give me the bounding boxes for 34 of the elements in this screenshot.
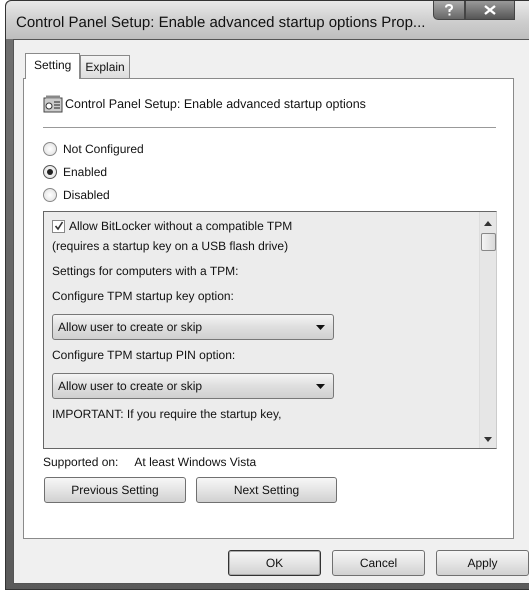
- policy-title: Control Panel Setup: Enable advanced startup options: [65, 97, 366, 111]
- radio-option[interactable]: Enabled: [43, 165, 108, 179]
- navigation-button[interactable]: Next Setting: [196, 477, 337, 503]
- tab[interactable]: Explain: [80, 55, 130, 78]
- window-title: Control Panel Setup: Enable advanced startup options Prop...: [16, 14, 426, 31]
- supported-on-label: Supported on:: [43, 455, 118, 469]
- question-mark-icon: [444, 4, 454, 16]
- supported-on-value: At least Windows Vista: [134, 455, 256, 469]
- option-note: (requires a startup key on a USB flash drive): [52, 239, 288, 253]
- caret-icon: [316, 384, 325, 388]
- dialog-button[interactable]: Apply: [436, 550, 529, 576]
- dialog-button[interactable]: OK: [228, 550, 321, 576]
- help-button[interactable]: [433, 1, 466, 20]
- scroll-up-icon: [484, 221, 492, 226]
- checkbox-option[interactable]: Allow BitLocker without a compatible TPM: [52, 219, 292, 233]
- caret-icon: [316, 324, 325, 330]
- close-button[interactable]: [465, 1, 516, 20]
- option-label: IMPORTANT: If you require the startup key,: [52, 407, 282, 421]
- scroll-down-icon: [484, 437, 492, 442]
- navigation-button[interactable]: Previous Setting: [44, 477, 186, 503]
- checkmark-icon: [54, 221, 64, 231]
- dialog-button[interactable]: Cancel: [332, 550, 425, 576]
- close-icon: [484, 5, 496, 15]
- scroll-thumb[interactable]: [480, 233, 496, 251]
- policy-settings-icon: [43, 95, 63, 113]
- option-label: Configure TPM startup key option:: [52, 289, 234, 303]
- option-label: Settings for computers with a TPM:: [52, 264, 239, 278]
- tab[interactable]: Setting: [25, 53, 80, 79]
- radio-option[interactable]: Not Configured: [43, 142, 144, 156]
- option-label: Configure TPM startup PIN option:: [52, 348, 236, 362]
- radio-option[interactable]: Disabled: [43, 188, 110, 202]
- dropdown[interactable]: Allow user to create or skip: [52, 373, 334, 399]
- scrollbar[interactable]: [479, 212, 496, 448]
- dropdown[interactable]: Allow user to create or skip: [52, 314, 334, 340]
